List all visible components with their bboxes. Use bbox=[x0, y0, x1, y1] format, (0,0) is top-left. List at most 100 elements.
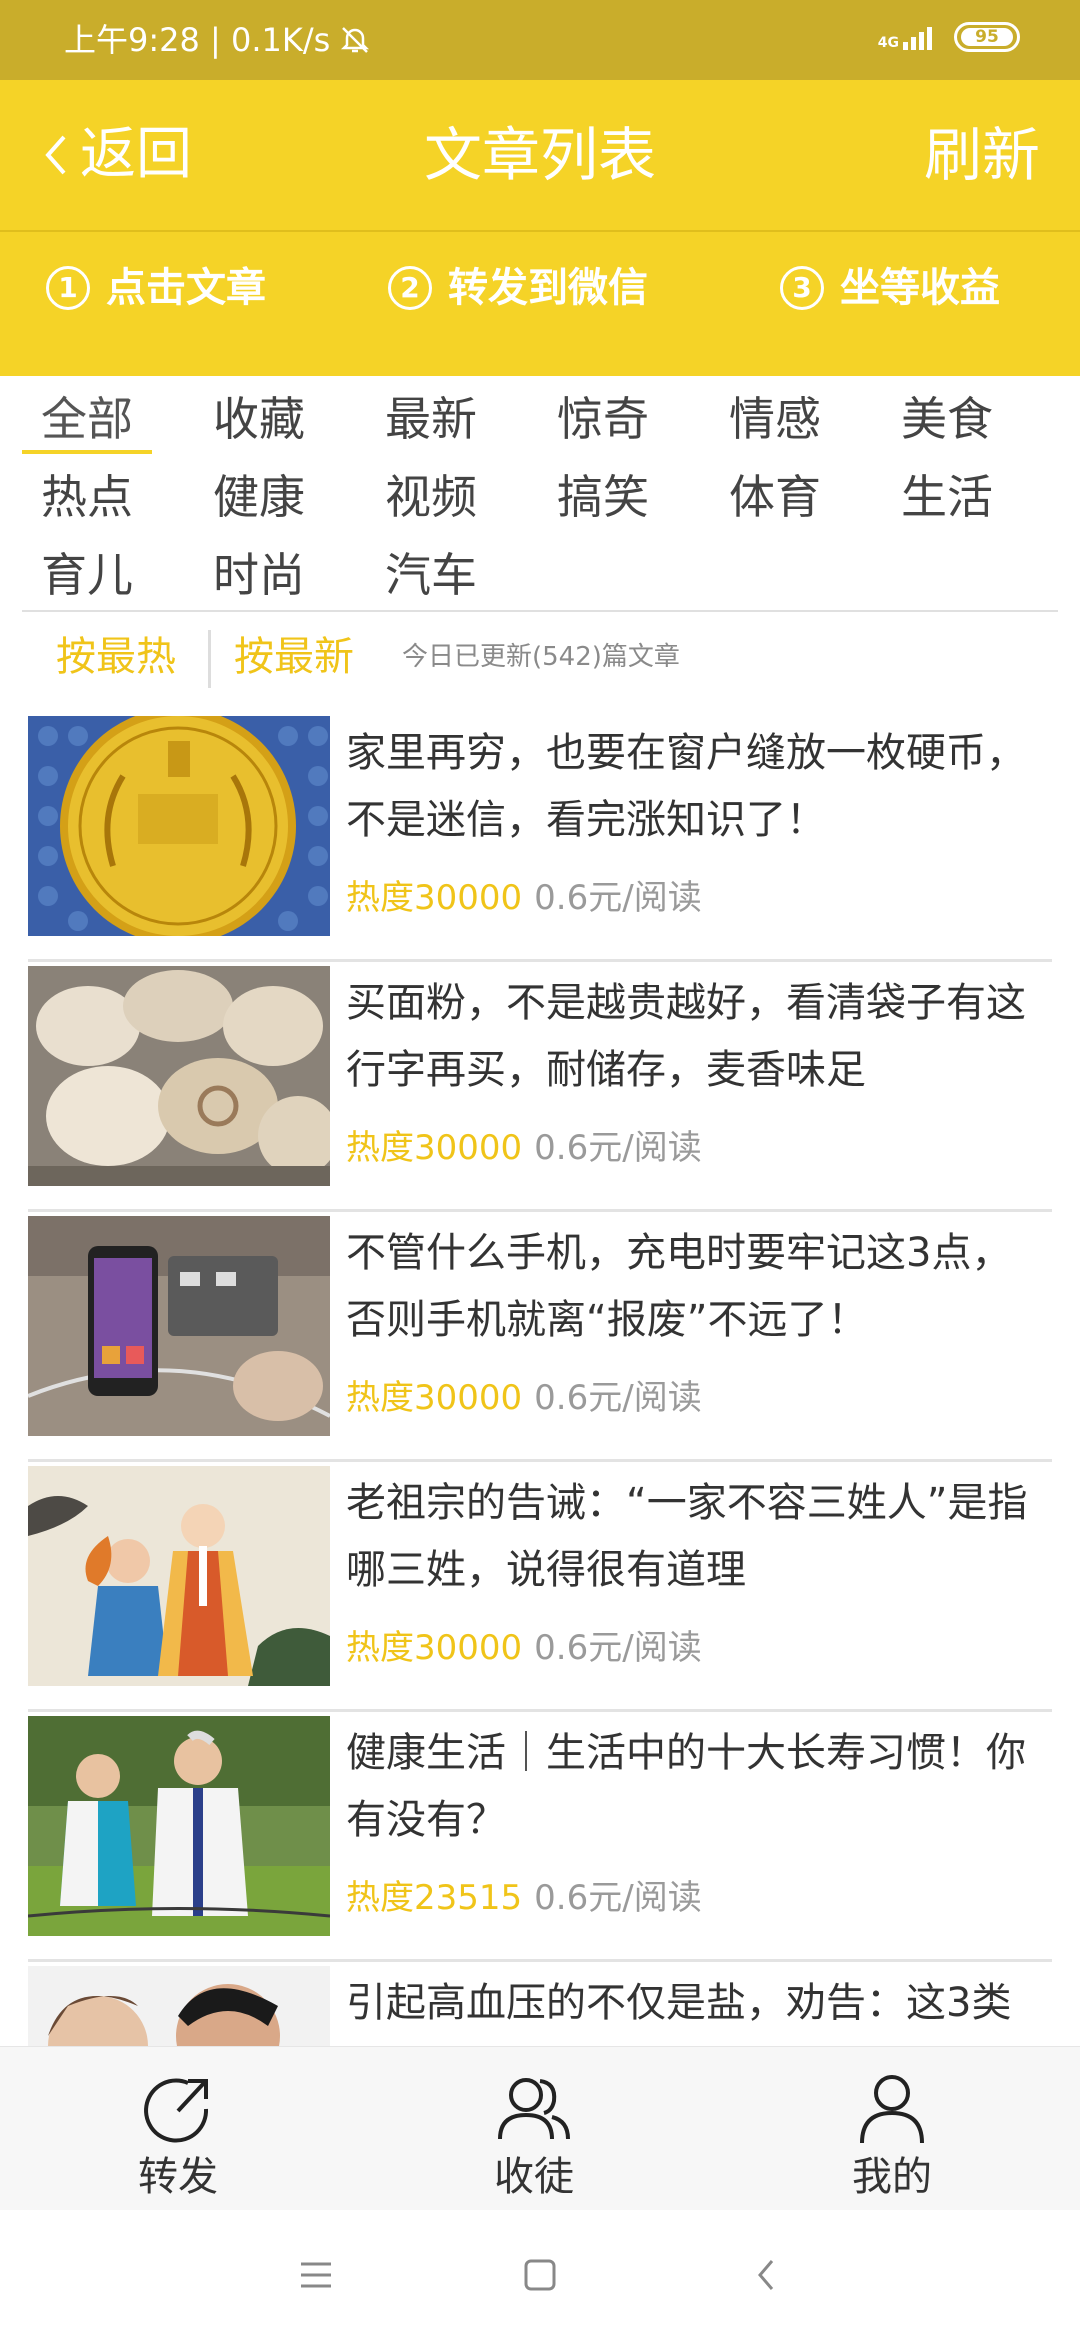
article-heat: 热度30000 bbox=[346, 1128, 523, 1168]
article-meta: 热度30000 0.6元/阅读 bbox=[346, 1126, 702, 1170]
step-1: 1 点击文章 bbox=[46, 260, 266, 316]
category-tabs: 全部 收藏 最新 惊奇 情感 美食 热点 健康 视频 搞笑 体育 生活 育儿 时… bbox=[22, 376, 1058, 612]
step-label: 坐等收益 bbox=[840, 265, 1000, 311]
article-title: 引起高血压的不仅是盐，劝告：这3类食物节能等饮料，少国面不稳 bbox=[346, 1980, 1012, 2026]
seniors-image bbox=[28, 1716, 330, 1936]
mute-icon bbox=[341, 27, 370, 53]
couple-image bbox=[28, 1966, 330, 2046]
article-price: 0.6元/阅读 bbox=[534, 1878, 702, 1918]
steps-banner: 1 点击文章 2 转发到微信 3 坐等收益 bbox=[0, 230, 1080, 376]
user-icon bbox=[860, 2075, 924, 2144]
article-heat: 热度30000 bbox=[346, 1378, 523, 1418]
refresh-button[interactable]: 刷新 bbox=[924, 120, 1040, 190]
article-title: 健康生活｜生活中的十大长寿习惯！你有没有？ bbox=[346, 1730, 1026, 1843]
step-label: 点击文章 bbox=[106, 265, 266, 311]
category-tab[interactable]: 最新 bbox=[366, 384, 496, 454]
step-number: 3 bbox=[780, 266, 824, 310]
article-meta: 热度30000 0.6元/阅读 bbox=[346, 1376, 702, 1420]
system-nav-bar bbox=[0, 2210, 1080, 2340]
article-thumbnail bbox=[28, 1966, 330, 2046]
step-2: 2 转发到微信 bbox=[388, 260, 648, 316]
buns-image bbox=[28, 966, 330, 1186]
article-title: 不管什么手机，充电时要牢记这3点，否则手机就离“报废”不远了！ bbox=[346, 1230, 1012, 1343]
signal-group: 4G bbox=[878, 24, 932, 50]
article-meta: 热度23515 0.6元/阅读 bbox=[346, 1876, 702, 1920]
sort-hot-button[interactable]: 按最热 bbox=[56, 624, 176, 690]
status-bar: 上午9:28 | 0.1K/s 4G 95 bbox=[0, 0, 1080, 80]
article-heat: 热度30000 bbox=[346, 1628, 523, 1668]
bottom-tab-bar: 转发 收徒 我的 bbox=[0, 2046, 1080, 2210]
article-item[interactable]: 买面粉，不是越贵越好，看清袋子有这行字再买，耐储存，麦香味足 热度30000 0.… bbox=[28, 962, 1052, 1212]
menu-icon bbox=[301, 2262, 331, 2288]
article-thumbnail bbox=[28, 1716, 330, 1936]
back-nav-button[interactable] bbox=[736, 2250, 796, 2300]
status-left: 上午9:28 | 0.1K/s bbox=[64, 20, 372, 60]
category-tab[interactable]: 情感 bbox=[710, 384, 840, 454]
article-list: 家里再穷，也要在窗户缝放一枚硬币，不是迷信，看完涨知识了！ 热度30000 0.6… bbox=[0, 706, 1080, 2046]
tab-label: 收徒 bbox=[494, 2154, 574, 2200]
category-tab[interactable]: 搞笑 bbox=[538, 462, 668, 532]
tab-share[interactable]: 转发 bbox=[98, 2073, 258, 2203]
category-tab[interactable]: 惊奇 bbox=[538, 384, 668, 454]
category-tab[interactable]: 健康 bbox=[194, 462, 324, 532]
article-heat: 热度23515 bbox=[346, 1878, 523, 1918]
step-number: 1 bbox=[46, 266, 90, 310]
battery-icon: 95 bbox=[954, 22, 1020, 52]
article-price: 0.6元/阅读 bbox=[534, 1128, 702, 1168]
article-thumbnail bbox=[28, 1216, 330, 1436]
step-3: 3 坐等收益 bbox=[780, 260, 1000, 316]
article-item[interactable]: 健康生活｜生活中的十大长寿习惯！你有没有？ 热度23515 0.6元/阅读 bbox=[28, 1712, 1052, 1962]
status-right: 4G 95 bbox=[878, 22, 1020, 52]
article-item[interactable]: 老祖宗的告诫：“一家不容三姓人”是指哪三姓，说得很有道理 热度30000 0.6元… bbox=[28, 1462, 1052, 1712]
page-title: 文章列表 bbox=[423, 121, 656, 189]
category-tab[interactable]: 汽车 bbox=[366, 540, 496, 610]
battery-level: 95 bbox=[961, 28, 1013, 46]
painting-image bbox=[28, 1466, 330, 1686]
header-bar: 返回 文章列表 刷新 bbox=[0, 80, 1080, 230]
article-item[interactable]: 不管什么手机，充电时要牢记这3点，否则手机就离“报废”不远了！ 热度30000 0… bbox=[28, 1212, 1052, 1462]
back-nav-icon bbox=[758, 2260, 774, 2290]
tab-label: 转发 bbox=[138, 2154, 218, 2200]
article-item[interactable]: 家里再穷，也要在窗户缝放一枚硬币，不是迷信，看完涨知识了！ 热度30000 0.6… bbox=[28, 712, 1052, 962]
article-thumbnail bbox=[28, 716, 330, 936]
app-root: 上午9:28 | 0.1K/s 4G 95 返回 文章列表 刷新 1 点击文章 … bbox=[0, 0, 1080, 2340]
article-title: 老祖宗的告诫：“一家不容三姓人”是指哪三姓，说得很有道理 bbox=[346, 1480, 1028, 1593]
tab-mine[interactable]: 我的 bbox=[812, 2073, 972, 2203]
step-label: 转发到微信 bbox=[448, 265, 648, 311]
step-number: 2 bbox=[388, 266, 432, 310]
menu-button[interactable] bbox=[286, 2250, 346, 2300]
article-heat: 热度30000 bbox=[346, 878, 523, 918]
tab-label: 我的 bbox=[852, 2154, 932, 2200]
article-price: 0.6元/阅读 bbox=[534, 878, 702, 918]
category-tab[interactable]: 时尚 bbox=[194, 540, 324, 610]
sort-bar: 按最热 按最新 今日已更新(542)篇文章 bbox=[22, 624, 1058, 690]
category-tab[interactable]: 育儿 bbox=[22, 540, 152, 610]
update-count-text: 今日已更新(542)篇文章 bbox=[402, 642, 680, 672]
users-icon bbox=[498, 2078, 570, 2140]
tab-apprentice[interactable]: 收徒 bbox=[454, 2073, 614, 2203]
article-thumbnail bbox=[28, 966, 330, 1186]
phone-charging-image bbox=[28, 1216, 330, 1436]
category-tab[interactable]: 生活 bbox=[882, 462, 1012, 532]
article-title: 家里再穷，也要在窗户缝放一枚硬币，不是迷信，看完涨知识了！ bbox=[346, 730, 1026, 843]
category-tab[interactable]: 视频 bbox=[366, 462, 496, 532]
sort-new-button[interactable]: 按最新 bbox=[234, 624, 354, 690]
article-price: 0.6元/阅读 bbox=[534, 1628, 702, 1668]
category-tab[interactable]: 热点 bbox=[22, 462, 152, 532]
category-tab-all[interactable]: 全部 bbox=[22, 384, 152, 454]
article-title: 买面粉，不是越贵越好，看清袋子有这行字再买，耐储存，麦香味足 bbox=[346, 980, 1026, 1093]
category-tab[interactable]: 收藏 bbox=[194, 384, 324, 454]
signal-icon bbox=[903, 24, 932, 50]
home-button[interactable] bbox=[510, 2250, 570, 2300]
share-icon bbox=[144, 2078, 209, 2143]
sort-divider bbox=[208, 630, 211, 688]
article-price: 0.6元/阅读 bbox=[534, 1378, 702, 1418]
coin-image bbox=[28, 716, 330, 936]
article-item[interactable]: 引起高血压的不仅是盐，劝告：这3类食物节能等饮料，少国面不稳 bbox=[28, 1962, 1052, 2046]
article-thumbnail bbox=[28, 1466, 330, 1686]
category-tab[interactable]: 体育 bbox=[710, 462, 840, 532]
article-meta: 热度30000 0.6元/阅读 bbox=[346, 876, 702, 920]
status-time: 上午9:28 | 0.1K/s bbox=[64, 21, 331, 59]
category-tab[interactable]: 美食 bbox=[882, 384, 1012, 454]
home-icon bbox=[524, 2259, 556, 2291]
